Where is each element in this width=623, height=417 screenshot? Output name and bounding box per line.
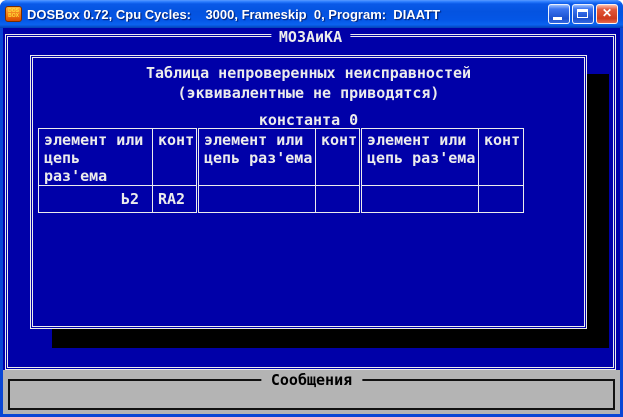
close-icon: ✕: [602, 6, 612, 20]
maximize-icon: [577, 9, 588, 18]
col-header-contact-2: конт.: [316, 129, 361, 186]
panel-heading-line1: Таблица непроверенных неисправностей: [33, 64, 584, 82]
fault-table: элемент или цепь раз'ема конт. элемент и…: [38, 128, 524, 213]
header-text: цепь раз'ема: [204, 149, 315, 167]
col-header-element-3: элемент или цепь раз'ема: [361, 129, 479, 186]
table-row: Ь2 RA2: [39, 186, 524, 213]
close-button[interactable]: ✕: [596, 4, 618, 24]
titlebar[interactable]: DOS BOX DOSBox 0.72, Cpu Cycles: 3000, F…: [0, 0, 623, 28]
header-text: цепь раз'ема: [367, 149, 478, 167]
col-header-element-1: элемент или цепь раз'ема: [39, 129, 153, 186]
header-text: цепь раз'ема: [44, 149, 152, 185]
fault-table-panel: Таблица непроверенных неисправностей (эк…: [30, 55, 587, 329]
minimize-button[interactable]: [548, 4, 570, 24]
frame-title: МОЗАиКА: [271, 29, 350, 45]
fault-table-header: элемент или цепь раз'ема конт. элемент и…: [39, 129, 524, 186]
header-text: элемент или: [367, 131, 478, 149]
cell-contact-1: RA2: [153, 186, 198, 213]
window-controls: ✕: [548, 4, 618, 24]
col-header-contact-3: конт.: [479, 129, 524, 186]
maximize-button[interactable]: [572, 4, 594, 24]
dosbox-window: DOS BOX DOSBox 0.72, Cpu Cycles: 3000, F…: [0, 0, 623, 417]
messages-box: Сообщения: [8, 379, 615, 410]
cell-element-3: [361, 186, 479, 213]
dosbox-icon-text-line2: BOX: [8, 14, 19, 19]
messages-area: Сообщения: [3, 370, 620, 414]
panel-heading-line2: (эквивалентные не приводятся): [33, 84, 584, 102]
dos-screen: МОЗАиКА Таблица непроверенных неисправно…: [3, 28, 620, 414]
col-header-contact-1: конт.: [153, 129, 198, 186]
constant-label: константа 0: [33, 111, 584, 129]
cell-element-2: [198, 186, 316, 213]
messages-content: [12, 383, 611, 406]
header-text: элемент или: [204, 131, 315, 149]
dosbox-icon[interactable]: DOS BOX: [5, 6, 22, 22]
header-text: элемент или: [44, 131, 152, 149]
window-title: DOSBox 0.72, Cpu Cycles: 3000, Frameskip…: [27, 7, 548, 22]
cell-contact-2: [316, 186, 361, 213]
col-header-element-2: элемент или цепь раз'ема: [198, 129, 316, 186]
cell-contact-3: [479, 186, 524, 213]
minimize-icon: [553, 17, 562, 20]
cell-element-1: Ь2: [39, 186, 153, 213]
